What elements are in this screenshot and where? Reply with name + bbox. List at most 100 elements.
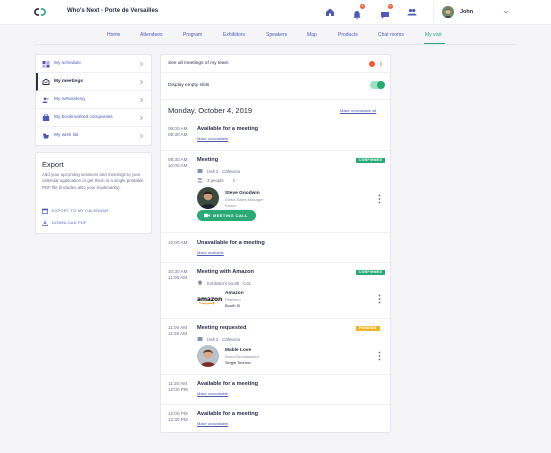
export-card: Export Add your upcoming sessions and me… [35,152,152,234]
schedule-icon [42,61,50,68]
avatar[interactable] [197,345,219,367]
slot-end-time: 11:00 AM [168,275,188,280]
person-role: Brand Ambassador [225,354,260,359]
nav-exhibitors[interactable]: Exhibitors [223,32,245,38]
make-all-unavailable-link[interactable]: Make unavailable all [340,108,376,113]
nav-my-visit[interactable]: My visit [425,32,442,38]
wishlist-icon [43,133,49,139]
person-name[interactable]: Mable Love [225,348,251,353]
meeting-call-button[interactable]: MEETING CALL [197,210,256,221]
download-pdf-link[interactable]: DOWNLOAD PDF [42,220,102,227]
slot-title: Available for a meeting [197,126,259,132]
slot-end-time: 11:30 AM [168,331,188,336]
chat-icon [381,12,389,19]
slot-title: Meeting with Amazon [197,269,254,275]
company-booth: Booth I5 [225,302,240,308]
status-badge: CONFIRMED [356,270,386,275]
person-name[interactable]: Steve Goodwin [225,191,260,196]
chevron-right-icon [379,61,383,67]
user-avatar[interactable] [442,6,454,18]
download-pdf-label: DOWNLOAD PDF [52,221,87,225]
make-unavailable-link[interactable]: Make unavailable [197,391,228,396]
time-slot: 09:00 AM 09:30 AM Available for a meetin… [161,121,390,150]
divider [161,99,390,100]
chevron-right-icon [140,61,143,67]
alert-dot [369,61,375,67]
nav-divider [35,44,516,45]
people-icon [197,178,203,183]
chevron-down-icon[interactable] [503,9,509,15]
slot-end-time: 10:00 AM [168,163,188,168]
event-title[interactable]: Who's Next - Porte de Versailles [67,8,158,14]
logo-icon[interactable] [33,8,47,16]
chevron-right-icon [232,178,236,183]
networking-icon [42,97,49,103]
meeting-slot: 09:30 AM 10:00 AM Meeting CONFIRMED Hall… [161,150,390,232]
nav-speakers[interactable]: Speakers [266,32,287,38]
make-unavailable-link[interactable]: Make unavailable [197,136,228,141]
location-icon [197,169,203,173]
sidebar-menu: My schedule My meetings My networking My… [35,54,152,146]
status-badge: PENDING [356,326,380,331]
nav-attendees[interactable]: Attendees [140,32,163,38]
sidebar-item-my-bookmarked-companies[interactable]: My bookmarked companies [36,109,151,127]
nav-products[interactable]: Products [338,32,358,38]
person-role: Direct Sales Manager [225,197,264,202]
divider [433,3,434,22]
company-name[interactable]: Amazon [225,291,244,296]
nav-program[interactable]: Program [183,32,202,38]
meeting-slot: 10:30 AM 11:00 AM Meeting with Amazon CO… [161,262,390,318]
notifications-button[interactable]: 2 [352,4,365,20]
chevron-right-icon [140,97,143,103]
slot-title: Available for a meeting [197,411,259,417]
video-camera-icon [204,213,210,218]
sidebar-item-my-meetings[interactable]: My meetings [36,73,151,91]
slot-end-time: 12:00 PM [168,387,188,392]
time-slot: 10:00 AM Unavailable for a meeting Make … [161,232,390,262]
more-options-icon[interactable] [378,294,381,304]
sidebar-item-my-schedule[interactable]: My schedule [36,55,151,73]
sidebar-item-label: My meetings [54,79,84,84]
nav-home[interactable]: Home [107,32,120,38]
avatar[interactable] [197,187,219,209]
bell-icon [353,11,361,20]
user-name[interactable]: John [460,9,473,15]
slot-title: Meeting [197,157,219,163]
meeting-call-label: MEETING CALL [213,213,248,218]
date-heading: Monday, October 4, 2019 [168,106,253,115]
more-options-icon[interactable] [378,351,381,361]
nav-chat-rooms[interactable]: Chat rooms [378,32,404,38]
export-calendar-label: EXPORT TO MY CALENDAR [52,209,109,213]
make-available-link[interactable]: Make available [197,250,224,255]
time-slot: 12:00 PM 12:30 PM Available for a meetin… [161,404,390,432]
person-company: Konex [225,202,237,208]
sidebar-item-my-networking[interactable]: My networking [36,91,151,109]
chat-badge: 2 [388,4,393,9]
slot-end-time: 12:30 PM [168,417,188,422]
people-icon[interactable] [407,7,417,17]
chat-button[interactable]: 2 [380,4,393,19]
chevron-right-icon [140,115,143,121]
slot-title: Unavailable for a meeting [197,240,265,246]
meetings-panel: See all meetings of my team Display empt… [160,54,391,433]
company-logo[interactable]: amazon [197,296,222,305]
more-options-icon[interactable] [378,194,381,204]
empty-slots-toggle[interactable] [370,81,385,89]
nav-map[interactable]: Map [307,32,317,38]
home-icon[interactable] [325,7,335,17]
people-count: 3 people [207,178,224,183]
make-unavailable-link[interactable]: Make unavailable [197,421,228,426]
see-all-meetings-label: See all meetings of my team [168,61,229,66]
chevron-right-icon [140,79,143,85]
main-nav: Home Attendees Program Exhibitors Speake… [0,25,551,45]
see-all-meetings-row[interactable]: See all meetings of my team [161,55,390,73]
sidebar-item-my-wish-list[interactable]: My wish list [36,127,151,145]
export-calendar-link[interactable]: EXPORT TO MY CALENDAR [42,208,142,215]
export-description: Add your upcoming sessions and meetings … [42,172,144,190]
slot-title: Meeting requested [197,325,247,331]
company-tier: Platinum [225,297,241,302]
meeting-slot: 11:00 AM 11:30 AM Meeting requested PEND… [161,318,390,374]
sidebar-item-label: My networking [54,97,85,102]
sidebar-item-label: My schedule [54,61,81,66]
time-slot: 11:30 AM 12:00 PM Available for a meetin… [161,374,390,404]
